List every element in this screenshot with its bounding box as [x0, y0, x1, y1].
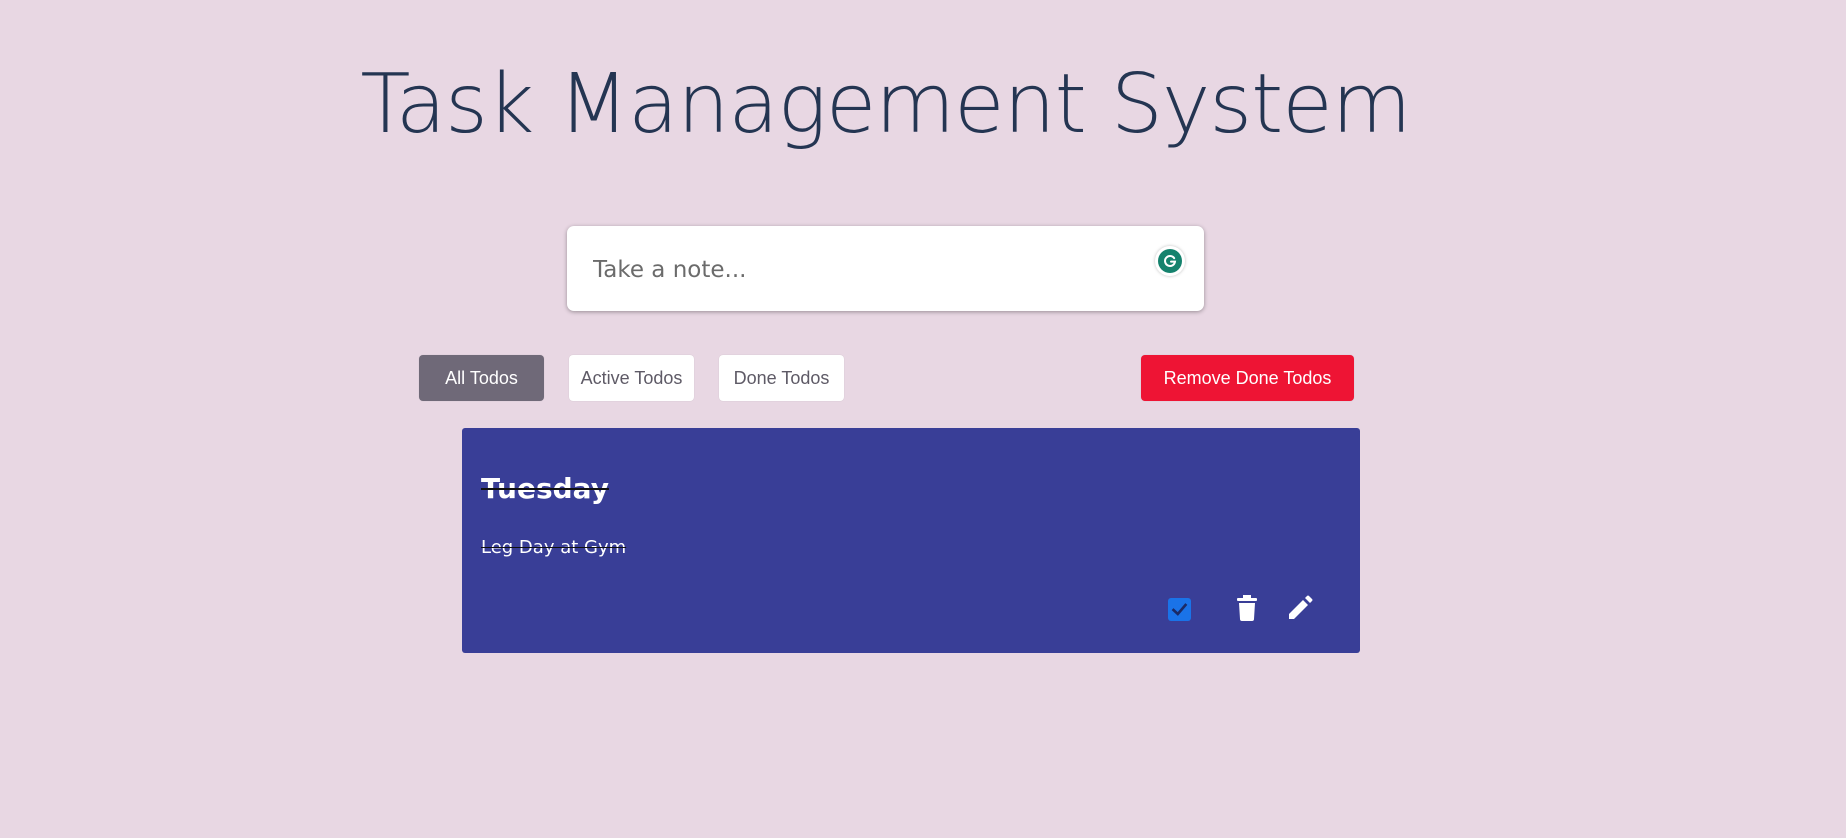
filter-active-button[interactable]: Active Todos	[569, 355, 694, 401]
filter-all-button[interactable]: All Todos	[419, 355, 544, 401]
delete-button[interactable]	[1231, 592, 1263, 624]
pencil-icon	[1289, 595, 1313, 619]
grammarly-icon[interactable]	[1155, 246, 1185, 276]
note-input[interactable]	[591, 226, 1155, 313]
remove-done-button[interactable]: Remove Done Todos	[1141, 355, 1354, 401]
checkmark-icon	[1171, 603, 1188, 616]
edit-button[interactable]	[1284, 592, 1316, 624]
todo-text: Leg Day at Gym	[481, 537, 627, 558]
note-input-container	[567, 226, 1204, 313]
trash-icon	[1237, 595, 1257, 621]
filter-done-button[interactable]: Done Todos	[719, 355, 844, 401]
todo-title: Tuesday	[481, 472, 609, 505]
page-title: Task Management System	[360, 57, 1411, 152]
done-checkbox[interactable]	[1168, 598, 1191, 621]
todo-card: Tuesday Leg Day at Gym	[462, 428, 1360, 653]
